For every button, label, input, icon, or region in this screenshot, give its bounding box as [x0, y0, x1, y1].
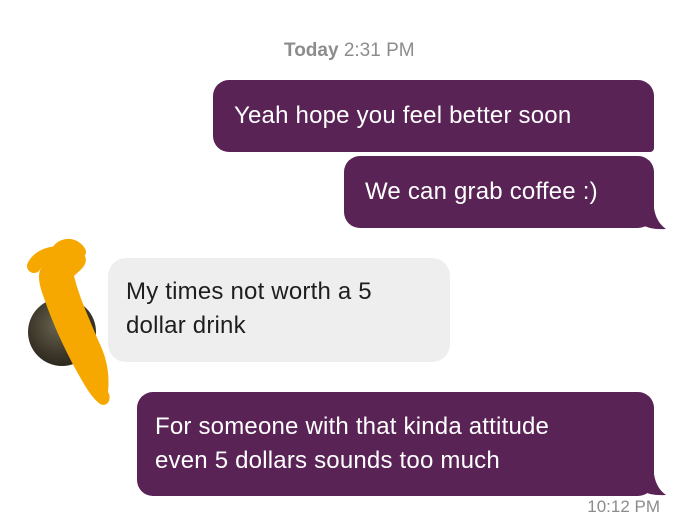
message-text: We can grab coffee :)	[365, 178, 598, 205]
message-timestamp: 10:12 PM	[587, 497, 660, 517]
message-text-line: For someone with that kinda attitude	[155, 413, 550, 440]
outgoing-message-bubble[interactable]: Yeah hope you feel better soon	[213, 80, 654, 152]
bubble-tail-icon	[640, 208, 666, 230]
bubble-tail-icon	[640, 474, 666, 496]
message-text-line: My times not worth a 5	[126, 278, 372, 305]
timestamp-time: 2:31 PM	[343, 40, 415, 61]
message-text-line: even 5 dollars sounds too much	[155, 447, 500, 474]
avatar[interactable]	[28, 298, 96, 366]
incoming-message-bubble[interactable]: My times not worth a 5 dollar drink	[108, 258, 450, 362]
outgoing-message-bubble[interactable]: We can grab coffee :)	[344, 156, 654, 228]
timestamp-time: 10:12 PM	[587, 497, 660, 516]
message-text: Yeah hope you feel better soon	[234, 102, 572, 129]
conversation-timestamp: Today 2:31 PM	[284, 40, 415, 62]
message-text-line: dollar drink	[126, 312, 246, 339]
timestamp-day: Today	[284, 40, 339, 61]
outgoing-message-bubble[interactable]: For someone with that kinda attitude eve…	[137, 392, 654, 496]
